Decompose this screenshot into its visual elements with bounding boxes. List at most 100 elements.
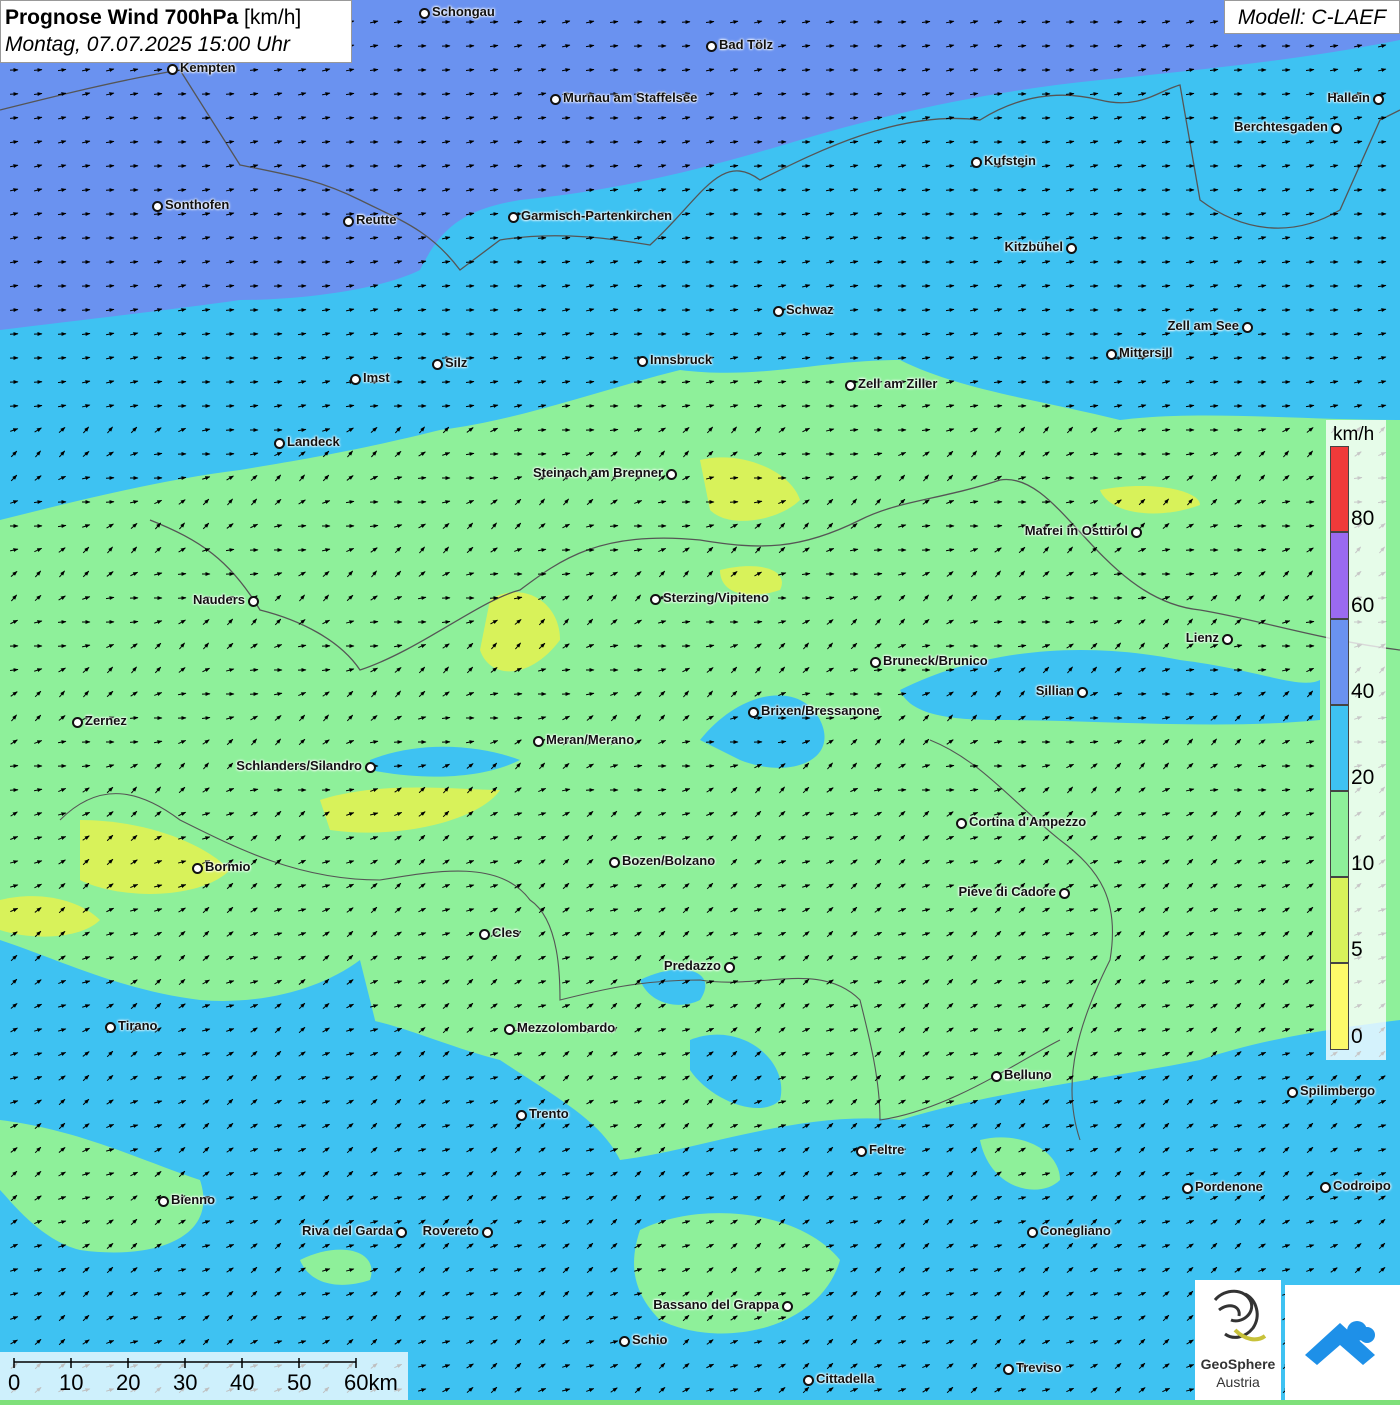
city-marker[interactable] <box>1222 634 1233 645</box>
wind-arrow <box>1234 382 1242 383</box>
city-label: Zell am See <box>1167 318 1239 333</box>
city-label: Mezzolombardo <box>517 1020 615 1035</box>
city-marker[interactable] <box>1131 527 1142 538</box>
city-marker[interactable] <box>508 212 519 223</box>
wind-arrow <box>970 142 978 143</box>
city-label: Conegliano <box>1040 1223 1111 1238</box>
city-marker[interactable] <box>666 469 677 480</box>
wind-arrow <box>1354 190 1362 191</box>
city-label: Schwaz <box>786 302 834 317</box>
city-marker[interactable] <box>432 359 443 370</box>
city-label: Sonthofen <box>165 197 229 212</box>
city-marker[interactable] <box>845 380 856 391</box>
city-label: Tirano <box>118 1018 158 1033</box>
wind-arrow <box>274 238 282 239</box>
city-marker[interactable] <box>192 863 203 874</box>
wind-arrow <box>1042 118 1050 119</box>
city-marker[interactable] <box>504 1024 515 1035</box>
wind-arrow <box>1354 286 1362 287</box>
city-marker[interactable] <box>724 962 735 973</box>
city-marker[interactable] <box>533 736 544 747</box>
city-marker[interactable] <box>650 594 661 605</box>
wind-arrow <box>850 406 858 407</box>
city-marker[interactable] <box>1106 349 1117 360</box>
wind-arrow <box>730 286 738 287</box>
city-label: Reutte <box>356 212 396 227</box>
city-marker[interactable] <box>365 762 376 773</box>
city-marker[interactable] <box>1331 123 1342 134</box>
legend-color-band <box>1330 532 1349 619</box>
wind-arrow <box>298 526 306 527</box>
city-marker[interactable] <box>971 157 982 168</box>
city-marker[interactable] <box>773 306 784 317</box>
city-marker[interactable] <box>1373 94 1384 105</box>
city-marker[interactable] <box>550 94 561 105</box>
wind-arrow <box>826 46 834 47</box>
city-marker[interactable] <box>956 818 967 829</box>
wind-arrow <box>34 382 42 383</box>
wind-arrow <box>58 646 66 647</box>
wind-arrow <box>106 502 114 503</box>
wind-arrow <box>394 382 402 383</box>
city-label: Sillian <box>1036 683 1074 698</box>
weather-app-logo[interactable] <box>1285 1285 1400 1400</box>
wind-arrow <box>34 70 42 71</box>
city-marker[interactable] <box>1077 687 1088 698</box>
city-marker[interactable] <box>748 707 759 718</box>
city-marker[interactable] <box>1242 322 1253 333</box>
city-marker[interactable] <box>396 1227 407 1238</box>
city-label: Mittersill <box>1119 345 1172 360</box>
wind-arrow <box>418 502 426 503</box>
wind-arrow <box>538 454 546 455</box>
city-marker[interactable] <box>1003 1364 1014 1375</box>
city-label: Steinach am Brenner <box>533 465 663 480</box>
wind-arrow <box>778 118 786 119</box>
wind-arrow <box>202 358 210 359</box>
city-marker[interactable] <box>479 929 490 940</box>
city-marker[interactable] <box>167 64 178 75</box>
city-marker[interactable] <box>619 1336 630 1347</box>
city-marker[interactable] <box>782 1301 793 1312</box>
wind-arrow <box>658 382 666 383</box>
city-marker[interactable] <box>1182 1183 1193 1194</box>
city-marker[interactable] <box>856 1146 867 1157</box>
scale-label: 30 <box>173 1370 197 1396</box>
city-label: Garmisch-Partenkirchen <box>521 208 672 223</box>
wind-arrow <box>322 166 330 167</box>
city-marker[interactable] <box>350 374 361 385</box>
wind-arrow <box>1090 46 1098 47</box>
city-marker[interactable] <box>72 717 83 728</box>
city-label: Bassano del Grappa <box>653 1297 779 1312</box>
city-marker[interactable] <box>158 1196 169 1207</box>
title-box: Prognose Wind 700hPa [km/h] Montag, 07.0… <box>0 0 352 63</box>
wind-arrow <box>226 94 234 95</box>
scale-label: 50 <box>287 1370 311 1396</box>
city-marker[interactable] <box>1066 243 1077 254</box>
city-marker[interactable] <box>706 41 717 52</box>
wind-arrow <box>1210 790 1218 791</box>
city-marker[interactable] <box>1059 888 1070 899</box>
city-marker[interactable] <box>343 216 354 227</box>
city-marker[interactable] <box>274 438 285 449</box>
city-label: Codroipo <box>1333 1178 1391 1193</box>
legend-label: 10 <box>1351 852 1374 876</box>
city-marker[interactable] <box>803 1375 814 1386</box>
city-label: Meran/Merano <box>546 732 634 747</box>
city-marker[interactable] <box>516 1110 527 1121</box>
city-marker[interactable] <box>637 356 648 367</box>
city-marker[interactable] <box>248 596 259 607</box>
city-label: Feltre <box>869 1142 904 1157</box>
city-marker[interactable] <box>1287 1087 1298 1098</box>
city-marker[interactable] <box>152 201 163 212</box>
city-marker[interactable] <box>105 1022 116 1033</box>
city-marker[interactable] <box>1027 1227 1038 1238</box>
city-label: Bormio <box>205 859 251 874</box>
city-marker[interactable] <box>1320 1182 1331 1193</box>
city-marker[interactable] <box>419 8 430 19</box>
city-marker[interactable] <box>870 657 881 668</box>
city-marker[interactable] <box>609 857 620 868</box>
city-label: Zell am Ziller <box>858 376 937 391</box>
wind-arrow <box>226 310 234 311</box>
city-marker[interactable] <box>991 1071 1002 1082</box>
city-marker[interactable] <box>482 1227 493 1238</box>
